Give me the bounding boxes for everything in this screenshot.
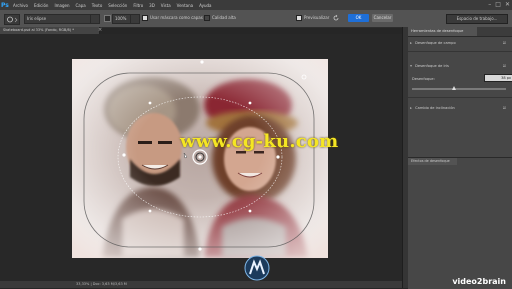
menu-imagen[interactable]: Imagen bbox=[54, 3, 69, 8]
blur-slider-track[interactable] bbox=[412, 86, 506, 90]
field-blur-check-icon[interactable]: ☑ bbox=[503, 39, 506, 47]
menu-ayuda[interactable]: Ayuda bbox=[199, 3, 211, 8]
ok-button[interactable]: OK bbox=[348, 14, 369, 22]
close-document-icon[interactable]: × bbox=[98, 27, 102, 34]
cancel-button[interactable]: Cancelar bbox=[372, 14, 393, 22]
blur-amount-row: Desenfoque: 38 px bbox=[412, 74, 512, 82]
tilt-shift-row[interactable]: ▸ Cambio de inclinación ☑ bbox=[408, 104, 512, 112]
reset-icon[interactable] bbox=[332, 14, 340, 22]
menu-capa[interactable]: Capa bbox=[76, 3, 86, 8]
tool-preset-icon[interactable] bbox=[4, 14, 20, 25]
high-quality-checkbox[interactable]: Calidad alta bbox=[204, 14, 236, 22]
menu-archivo[interactable]: Archivo bbox=[13, 3, 28, 8]
window-controls: – □ ✕ bbox=[488, 0, 510, 10]
menu-seleccion[interactable]: Selección bbox=[108, 3, 127, 8]
menu-vista[interactable]: Vista bbox=[161, 3, 171, 8]
divider bbox=[408, 51, 512, 52]
blur-tools-panel: Herramientas de desenfoque ▸ Desenfoque … bbox=[408, 27, 512, 289]
collapse-arrow-icon[interactable]: ▾ bbox=[408, 62, 414, 70]
checkbox-icon bbox=[204, 15, 210, 21]
status-text: 33,33% | Doc: 3,63 M/3,63 M bbox=[76, 282, 127, 286]
menu-edicion[interactable]: Edición bbox=[34, 3, 48, 8]
tab-blur-effects[interactable]: Efectos de desenfoque bbox=[408, 158, 457, 165]
menu-bar: Ps Archivo Edición Imagen Capa Texto Sel… bbox=[0, 0, 512, 10]
options-bar: Iris elipse 100% Usar máscara como capas… bbox=[0, 10, 512, 28]
blur-amount-input[interactable]: 38 px bbox=[484, 74, 512, 82]
photoshop-logo: Ps bbox=[1, 1, 9, 9]
menu-texto[interactable]: Texto bbox=[92, 3, 103, 8]
photo-illustration bbox=[72, 59, 328, 258]
document-tab[interactable]: Skateboard.psd al 33% (Fondo, RGB/8) * bbox=[0, 27, 100, 34]
menu-3d[interactable]: 3D bbox=[149, 3, 155, 8]
preset-menu-button[interactable] bbox=[90, 14, 100, 24]
preset-select[interactable]: Iris elipse bbox=[24, 14, 92, 24]
tab-blur-tools[interactable]: Herramientas de desenfoque bbox=[408, 27, 477, 36]
close-icon[interactable]: ✕ bbox=[505, 0, 510, 10]
checkbox-icon bbox=[296, 15, 302, 21]
watermark-text: www.cg-ku.com bbox=[180, 131, 339, 152]
iris-blur-check-icon[interactable]: ☑ bbox=[503, 62, 506, 70]
checkbox-icon bbox=[142, 15, 148, 21]
cgku-logo bbox=[244, 255, 270, 281]
document-image[interactable] bbox=[72, 59, 328, 258]
tilt-shift-check-icon[interactable]: ☑ bbox=[503, 104, 506, 112]
status-bar: 33,33% | Doc: 3,63 M/3,63 M bbox=[0, 281, 402, 288]
workspace-select[interactable]: Espacio de trabajo... bbox=[446, 14, 508, 24]
expand-arrow-icon[interactable]: ▸ bbox=[408, 104, 414, 112]
minimize-icon[interactable]: – bbox=[488, 0, 491, 10]
panel-tab-bar: Herramientas de desenfoque bbox=[408, 27, 512, 37]
expand-arrow-icon[interactable]: ▸ bbox=[408, 39, 414, 47]
iris-blur-row[interactable]: ▾ Desenfoque de iris ☑ bbox=[408, 62, 512, 70]
menu-ventana[interactable]: Ventana bbox=[177, 3, 193, 8]
video2brain-logo: video2brain bbox=[452, 277, 506, 286]
opacity-input[interactable]: 100% bbox=[112, 14, 132, 24]
mode-icon[interactable] bbox=[104, 15, 111, 22]
divider bbox=[408, 97, 512, 98]
blur-slider-handle[interactable] bbox=[452, 86, 457, 90]
preview-checkbox[interactable]: Previsualizar bbox=[296, 14, 329, 22]
opacity-stepper[interactable] bbox=[130, 14, 140, 24]
menu-filtro[interactable]: Filtro bbox=[133, 3, 143, 8]
blur-effects-panel: Efectos de desenfoque bbox=[408, 157, 512, 289]
mask-checkbox[interactable]: Usar máscara como capas bbox=[142, 14, 203, 22]
maximize-icon[interactable]: □ bbox=[495, 0, 501, 10]
field-blur-row[interactable]: ▸ Desenfoque de campo ☑ bbox=[408, 39, 512, 47]
